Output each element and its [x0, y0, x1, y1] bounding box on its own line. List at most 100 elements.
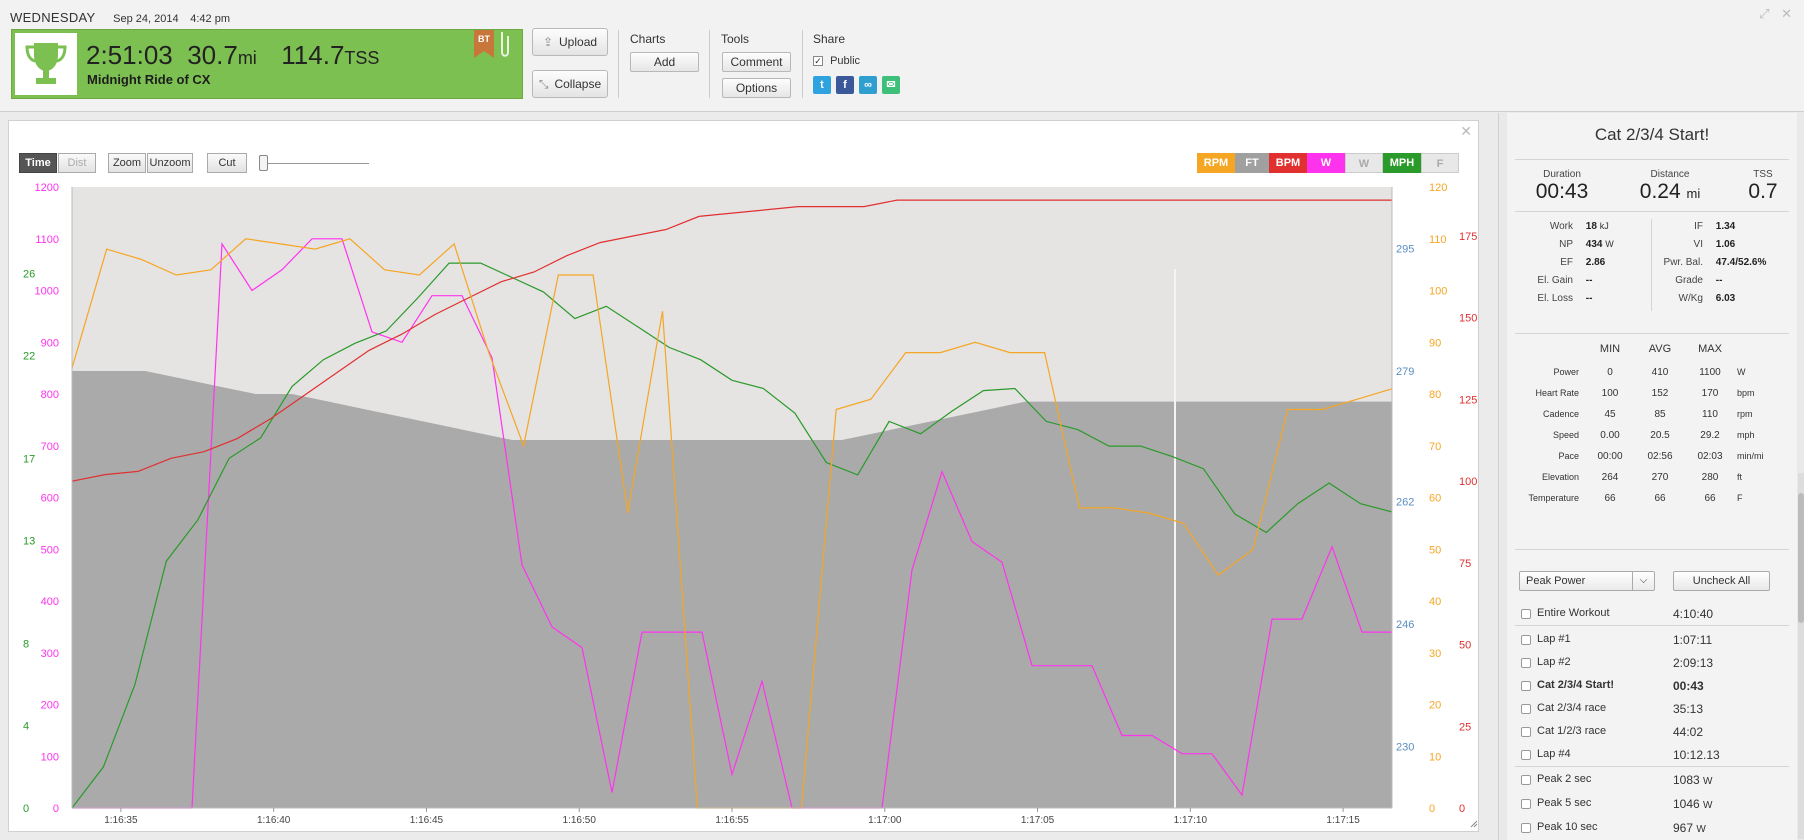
mm-cell: Elevation — [1541, 472, 1579, 482]
lap-item[interactable]: Lap #1 1:07:11 — [1521, 633, 1789, 649]
divider — [1651, 219, 1652, 311]
axis-tick-w: 1000 — [35, 286, 59, 298]
divider — [618, 30, 619, 98]
twitter-icon[interactable]: t — [813, 76, 831, 94]
axis-tick-bpm: 50 — [1459, 640, 1471, 652]
stat-vi: VI 1.06 — [1693, 239, 1736, 250]
divider — [1515, 766, 1789, 767]
lap-value: 2:09:13 — [1673, 656, 1714, 670]
lap-checkbox[interactable] — [1521, 727, 1531, 737]
axis-tick-rpm: 40 — [1429, 596, 1441, 608]
lap-checkbox[interactable] — [1521, 658, 1531, 668]
lap-checkbox[interactable] — [1521, 750, 1531, 760]
axis-tick-bpm: 0 — [1459, 803, 1465, 815]
resize-grip-icon[interactable] — [1470, 820, 1478, 828]
axis-tick-bpm: 100 — [1459, 476, 1477, 488]
axis-tick-mph: 26 — [23, 268, 35, 280]
lap-checkbox[interactable] — [1521, 635, 1531, 645]
public-toggle[interactable]: ✓ Public — [813, 55, 860, 67]
mm-cell: 29.2 — [1700, 430, 1720, 441]
summary-metrics: 2:51:03 30.7mi 114.7TSS — [86, 40, 399, 71]
paperclip-icon[interactable] — [498, 30, 512, 65]
chart-svg[interactable]: 0100200300400500600700800900100011001200… — [9, 121, 1480, 833]
comment-button[interactable]: Comment — [722, 52, 791, 72]
lap-name: Cat 2/3/4 Start! — [1537, 679, 1615, 691]
link-icon[interactable]: ∞ — [859, 76, 877, 94]
x-tick-label: 1:16:55 — [715, 815, 749, 826]
mm-row-cadence: Cadence 45 85 110 rpm — [1513, 409, 1793, 423]
lap-value: 1046 W — [1673, 797, 1713, 811]
axis-tick-rpm: 50 — [1429, 544, 1441, 556]
x-tick-label: 1:17:00 — [868, 815, 902, 826]
lap-item[interactable]: Peak 10 sec 967 W — [1521, 821, 1789, 837]
distance-block: Distance 0.24 mi — [1615, 169, 1725, 204]
lap-checkbox[interactable] — [1521, 681, 1531, 691]
trophy-icon — [15, 33, 77, 95]
x-tick-label: 1:16:50 — [563, 815, 597, 826]
summary-duration: 2:51:03 — [86, 40, 173, 70]
lap-item[interactable]: Entire Workout 4:10:40 — [1521, 607, 1789, 623]
x-tick-label: 1:16:40 — [257, 815, 291, 826]
public-checkbox[interactable]: ✓ — [813, 56, 823, 67]
upload-label: Upload — [559, 35, 598, 49]
lap-checkbox[interactable] — [1521, 775, 1531, 785]
lap-value: 44:02 — [1673, 725, 1704, 739]
lap-item[interactable]: Cat 2/3/4 Start! 00:43 — [1521, 679, 1789, 695]
axis-tick-rpm: 80 — [1429, 389, 1441, 401]
lap-item[interactable]: Peak 5 sec 1046 W — [1521, 797, 1789, 813]
add-chart-button[interactable]: Add — [630, 52, 699, 72]
axis-tick-ft: 246 — [1396, 619, 1414, 631]
lap-checkbox[interactable] — [1521, 799, 1531, 809]
day-of-week: WEDNESDAY — [10, 10, 96, 25]
lap-checkbox[interactable] — [1521, 823, 1531, 833]
collapse-button[interactable]: ⤡ Collapse — [532, 70, 608, 98]
peak-type-select[interactable]: Peak Power ⌵ — [1519, 571, 1655, 591]
lap-item[interactable]: Lap #4 10:12.13 — [1521, 748, 1789, 764]
lap-item[interactable]: Cat 2/3/4 race 35:13 — [1521, 702, 1789, 718]
lap-name: Lap #4 — [1537, 748, 1571, 760]
options-button[interactable]: Options — [722, 78, 791, 98]
expand-icon[interactable]: ⤢ — [1759, 6, 1769, 21]
mm-cell: ft — [1737, 472, 1743, 482]
lap-details-panel: Cat 2/3/4 Start! Duration 00:43 Distance… — [1498, 113, 1804, 840]
mm-cell: Temperature — [1528, 493, 1579, 503]
upload-button[interactable]: ⇪ Upload — [532, 28, 608, 56]
axis-tick-w: 800 — [41, 389, 59, 401]
axis-tick-rpm: 20 — [1429, 700, 1441, 712]
axis-tick-ft: 295 — [1396, 243, 1414, 255]
uncheck-all-button[interactable]: Uncheck All — [1673, 571, 1770, 591]
axis-tick-rpm: 100 — [1429, 286, 1447, 298]
axis-tick-mph: 0 — [23, 803, 29, 815]
workout-date: Sep 24, 2014 — [113, 13, 179, 25]
mm-cell: 66 — [1704, 493, 1716, 504]
email-icon[interactable]: ✉ — [882, 76, 900, 94]
lap-name: Peak 10 sec — [1537, 821, 1598, 833]
peak-type-value: Peak Power — [1526, 575, 1586, 587]
lap-item[interactable]: Peak 2 sec 1083 W — [1521, 773, 1789, 789]
mm-cell: F — [1737, 493, 1743, 503]
workout-header: WEDNESDAY Sep 24, 2014 4:42 pm 2:51:03 3… — [0, 0, 1804, 112]
lap-item[interactable]: Cat 1/2/3 race 44:02 — [1521, 725, 1789, 741]
scrollbar-thumb[interactable] — [1798, 493, 1804, 623]
facebook-icon[interactable]: f — [836, 76, 854, 94]
lap-checkbox[interactable] — [1521, 609, 1531, 619]
lap-checkbox[interactable] — [1521, 704, 1531, 714]
axis-tick-w: 1200 — [35, 182, 59, 194]
axis-tick-w: 500 — [41, 544, 59, 556]
axis-tick-w: 100 — [41, 751, 59, 763]
mm-cell: Speed — [1552, 430, 1579, 440]
lap-item[interactable]: Lap #2 2:09:13 — [1521, 656, 1789, 672]
selected-lap-title: Cat 2/3/4 Start! — [1594, 125, 1710, 144]
mm-cell: 152 — [1651, 388, 1669, 399]
mm-cell: 100 — [1601, 388, 1619, 399]
divider — [1515, 549, 1789, 550]
mm-header-cell: MAX — [1698, 343, 1722, 355]
distance-label: Distance — [1650, 169, 1690, 180]
axis-tick-rpm: 60 — [1429, 493, 1441, 505]
axis-tick-mph: 17 — [23, 453, 35, 465]
bt-badge[interactable]: BT — [474, 30, 494, 58]
close-icon[interactable]: ✕ — [1781, 6, 1792, 21]
divider — [1515, 333, 1789, 334]
axis-tick-bpm: 125 — [1459, 394, 1477, 406]
mm-cell: 66 — [1654, 493, 1666, 504]
